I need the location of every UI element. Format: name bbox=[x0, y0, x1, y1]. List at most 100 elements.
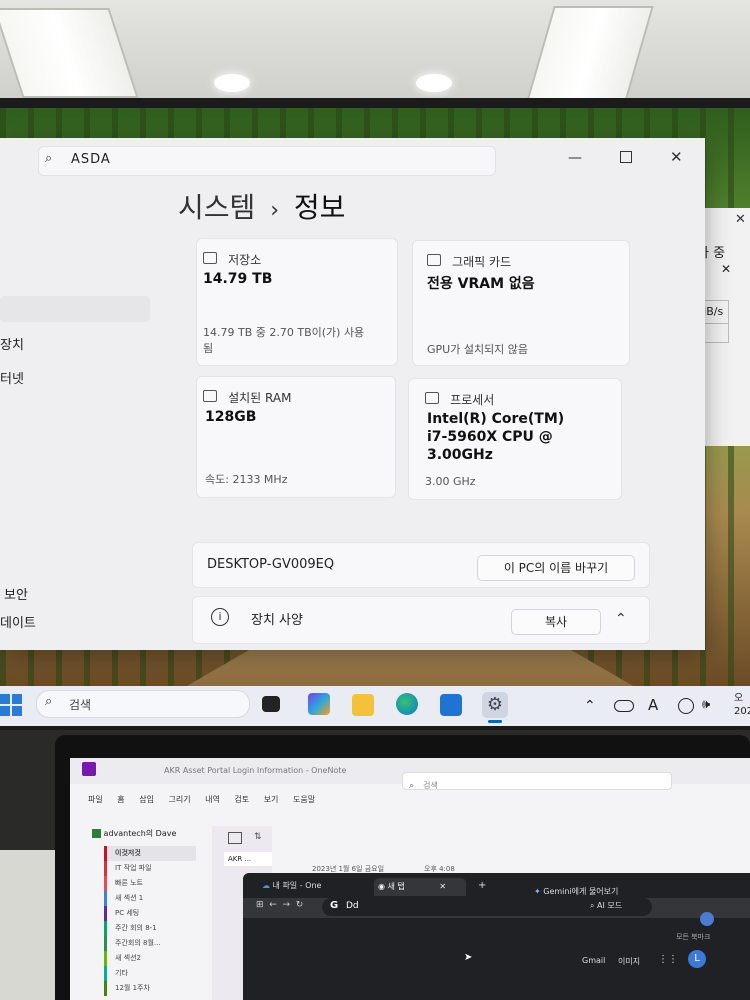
copy-button[interactable]: 복사 bbox=[511, 609, 601, 635]
onenote-search[interactable]: ⌕ 검색 bbox=[402, 772, 672, 791]
globe-icon[interactable] bbox=[678, 698, 694, 714]
close-icon[interactable]: ✕ bbox=[439, 882, 446, 891]
search-icon: ⌕ bbox=[409, 781, 415, 791]
downlight bbox=[214, 74, 250, 92]
section-item[interactable]: 12월 1주차 bbox=[104, 981, 196, 996]
section-item[interactable]: 주간회의 8월... bbox=[104, 936, 196, 951]
clock[interactable]: 오 202 bbox=[734, 692, 750, 718]
ram-card: 설치된 RAM 128GB 속도: 2133 MHz bbox=[196, 376, 396, 498]
sidebar-item-devices[interactable]: 장치 bbox=[0, 334, 24, 353]
apps-grid-icon[interactable]: ⋮⋮ bbox=[658, 954, 678, 965]
processor-card: 프로세서 Intel(R) Core(TM) i7-5960X CPU @ 3.… bbox=[408, 378, 622, 500]
ram-detail: 속도: 2133 MHz bbox=[205, 473, 288, 486]
bookmarks-label[interactable]: 모든 북마크 bbox=[676, 932, 710, 942]
processor-header: 프로세서 bbox=[425, 389, 494, 408]
storage-detail: 14.79 TB 중 2.70 TB이(가) 사용됨 bbox=[203, 326, 365, 355]
menu-review[interactable]: 검토 bbox=[234, 795, 249, 804]
taskbar-search-placeholder: 검색 bbox=[69, 698, 92, 712]
settings-active-indicator bbox=[488, 720, 502, 723]
storage-label: 저장소 bbox=[228, 253, 262, 267]
close-button[interactable]: ✕ bbox=[670, 148, 683, 166]
storage-card: 저장소 14.79 TB 14.79 TB 중 2.70 TB이(가) 사용됨 bbox=[196, 238, 398, 366]
section-item[interactable]: 이것저것 bbox=[104, 846, 196, 861]
device-specs-row[interactable]: i 장치 사양 복사 ⌃ bbox=[192, 596, 650, 644]
menu-insert[interactable]: 삽입 bbox=[139, 795, 154, 804]
volume-icon[interactable]: 🕪 bbox=[702, 697, 710, 712]
chevron-up-icon[interactable]: ⌃ bbox=[615, 611, 627, 627]
chrome-tab-new[interactable]: ◉ 새 탭 ✕ bbox=[374, 878, 466, 896]
breadcrumb-separator: › bbox=[270, 198, 279, 223]
menu-draw[interactable]: 그리기 bbox=[168, 795, 190, 804]
edge-browser-icon[interactable] bbox=[396, 693, 418, 715]
taskbar-search[interactable]: ⌕ 검색 bbox=[36, 690, 250, 718]
settings-gear-icon[interactable]: ⚙ bbox=[482, 692, 508, 718]
memory-icon bbox=[203, 390, 217, 402]
page-tab[interactable]: AKR ... bbox=[224, 852, 272, 866]
gmail-link[interactable]: Gmail bbox=[582, 956, 605, 965]
ai-mode-button[interactable]: ⌕ AI 모드 bbox=[590, 900, 622, 911]
section-item[interactable]: PC 세팅 bbox=[104, 906, 196, 921]
profile-avatar[interactable] bbox=[700, 912, 714, 926]
section-item[interactable]: 새 섹션2 bbox=[104, 951, 196, 966]
downlight bbox=[416, 74, 452, 92]
section-list: 이것저것 IT 작업 파일 빠른 노트 새 섹션 1 PC 세팅 주간 회의 8… bbox=[104, 846, 196, 996]
new-page-icon[interactable] bbox=[228, 832, 242, 844]
start-button[interactable] bbox=[0, 694, 22, 716]
input-indicator[interactable]: A bbox=[648, 696, 658, 714]
file-explorer-icon[interactable] bbox=[352, 694, 374, 716]
graphics-header: 그래픽 카드 bbox=[427, 251, 511, 270]
close-icon[interactable]: ✕ bbox=[721, 262, 731, 276]
onedrive-icon[interactable] bbox=[614, 700, 634, 712]
menu-file[interactable]: 파일 bbox=[88, 795, 103, 804]
gemini-icon: ✦ bbox=[534, 887, 541, 896]
breadcrumb-section[interactable]: 시스템 bbox=[178, 191, 255, 224]
images-link[interactable]: 이미지 bbox=[618, 956, 640, 967]
search-query: ASDA bbox=[71, 152, 111, 167]
processor-value-line1: Intel(R) Core(TM) bbox=[427, 411, 565, 427]
section-item[interactable]: 새 섹션 1 bbox=[104, 891, 196, 906]
settings-search-box[interactable]: ⌕ ASDA bbox=[38, 146, 496, 176]
info-icon: i bbox=[211, 608, 229, 626]
menu-home[interactable]: 홈 bbox=[117, 795, 124, 804]
section-item[interactable]: 기타 bbox=[104, 966, 196, 981]
chevron-up-icon[interactable]: ⌃ bbox=[584, 698, 596, 714]
onenote-search-placeholder: 검색 bbox=[423, 781, 438, 790]
profile-avatar[interactable]: L bbox=[688, 950, 706, 968]
section-item[interactable]: IT 작업 파일 bbox=[104, 861, 196, 876]
search-icon: ⌕ bbox=[45, 694, 53, 709]
gemini-button[interactable]: ✦ Gemini에게 물어보기 bbox=[534, 886, 618, 897]
ai-mode-label: AI 모드 bbox=[597, 901, 623, 910]
maximize-button[interactable] bbox=[620, 151, 632, 163]
sidebar-item-update[interactable]: 데이트 bbox=[0, 612, 36, 631]
onenote-logo-icon bbox=[82, 762, 96, 776]
sidebar-selection-highlight bbox=[0, 296, 150, 322]
graphics-value: 전용 VRAM 없음 bbox=[427, 276, 535, 292]
omnibox[interactable]: G Dd ⌕ AI 모드 bbox=[322, 898, 652, 916]
sort-icon[interactable]: ⇅ bbox=[254, 832, 262, 842]
storage-header: 저장소 bbox=[203, 249, 261, 268]
store-icon[interactable] bbox=[440, 694, 462, 716]
processor-detail: 3.00 GHz bbox=[425, 475, 476, 488]
copilot-icon[interactable] bbox=[308, 693, 330, 715]
sidebar-item-network[interactable]: 터넷 bbox=[0, 368, 24, 387]
minimize-button[interactable]: — bbox=[568, 150, 582, 166]
graphics-card: 그래픽 카드 전용 VRAM 없음 GPU가 설치되지 않음 bbox=[412, 240, 630, 366]
profile-initial: L bbox=[694, 953, 700, 964]
section-item[interactable]: 주간 회의 8-1 bbox=[104, 921, 196, 936]
menu-help[interactable]: 도움말 bbox=[293, 795, 315, 804]
omnibox-text: Dd bbox=[346, 901, 359, 911]
sidebar-item-security[interactable]: 보안 bbox=[4, 584, 28, 603]
new-tab-button[interactable]: + bbox=[478, 880, 486, 891]
chrome-tab-onedrive[interactable]: ☁ 내 파일 - One bbox=[262, 880, 368, 896]
notebook-icon bbox=[92, 829, 101, 838]
nav-buttons[interactable]: ⊞ ← → ↻ bbox=[256, 900, 303, 910]
chrome-icon: ◉ bbox=[378, 882, 385, 891]
rename-pc-button[interactable]: 이 PC의 이름 바꾸기 bbox=[477, 555, 635, 581]
menu-history[interactable]: 내역 bbox=[205, 795, 220, 804]
notebook-selector[interactable]: advantech의 Dave bbox=[92, 828, 176, 839]
section-item[interactable]: 빠른 노트 bbox=[104, 876, 196, 891]
menu-view[interactable]: 보기 bbox=[264, 795, 279, 804]
storage-value: 14.79 TB bbox=[203, 271, 273, 287]
task-view-icon[interactable] bbox=[262, 696, 280, 712]
close-icon[interactable]: ✕ bbox=[735, 212, 746, 227]
